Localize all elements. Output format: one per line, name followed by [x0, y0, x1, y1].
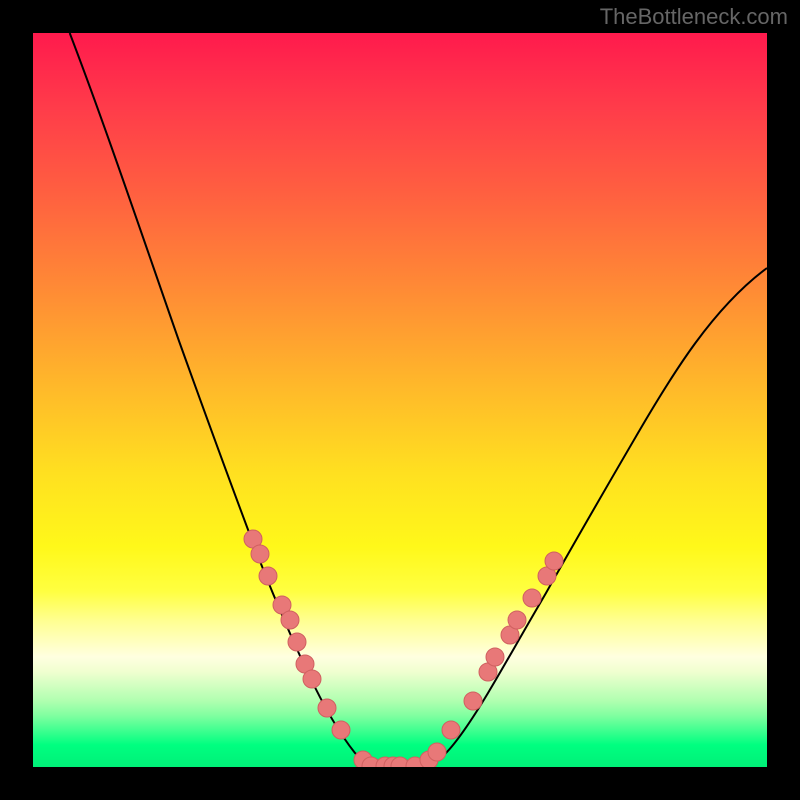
chart-container: TheBottleneck.com	[0, 0, 800, 800]
data-dot	[318, 699, 336, 717]
data-dot	[428, 743, 446, 761]
scatter-dots	[244, 530, 563, 767]
data-dot	[251, 545, 269, 563]
data-dot	[508, 611, 526, 629]
data-dot	[464, 692, 482, 710]
data-dot	[332, 721, 350, 739]
data-dot	[288, 633, 306, 651]
plot-area	[33, 33, 767, 767]
data-dot	[281, 611, 299, 629]
curve-svg	[33, 33, 767, 767]
data-dot	[545, 552, 563, 570]
bottleneck-curve	[70, 33, 767, 766]
data-dot	[486, 648, 504, 666]
watermark-text: TheBottleneck.com	[600, 4, 788, 30]
data-dot	[259, 567, 277, 585]
data-dot	[523, 589, 541, 607]
data-dot	[303, 670, 321, 688]
data-dot	[442, 721, 460, 739]
